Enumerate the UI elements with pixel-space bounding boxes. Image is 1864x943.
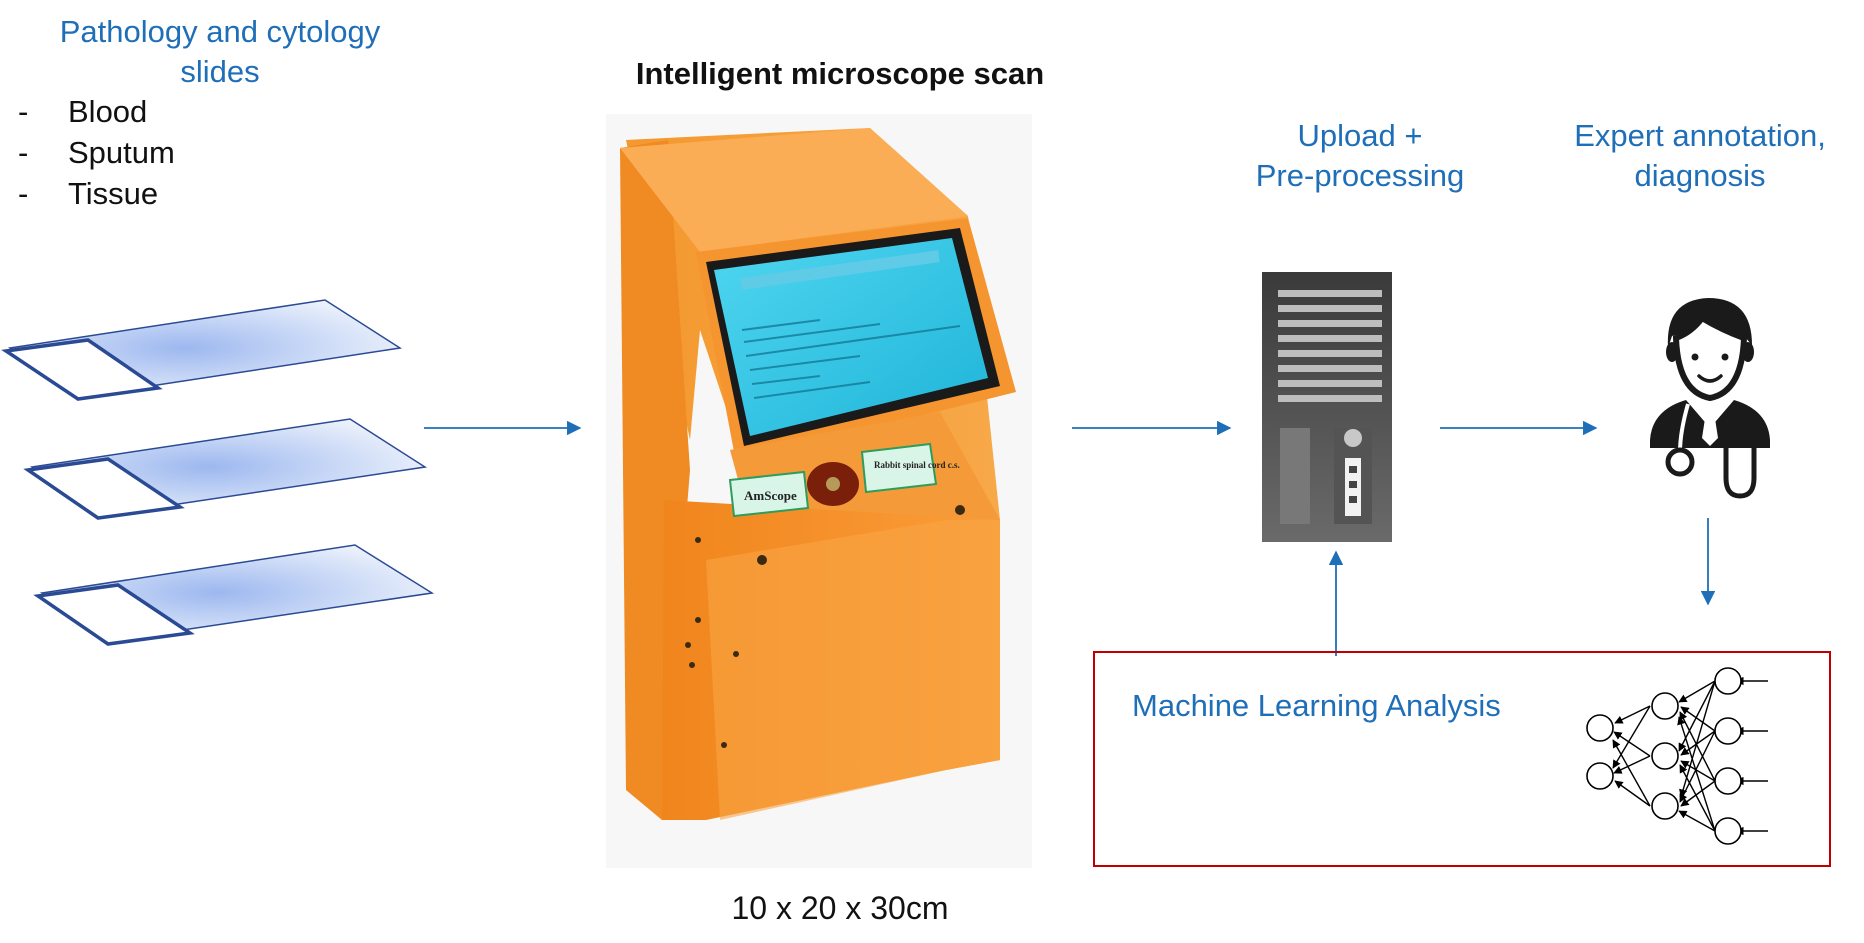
- diagram-canvas: AmScope Rabbit spinal cord c.s.: [1, 114, 1831, 868]
- computer-tower-icon: [1262, 272, 1392, 542]
- slide-3: [33, 544, 435, 646]
- neural-network-icon: [1586, 667, 1768, 845]
- slide-1: [1, 299, 403, 401]
- device-label-left: AmScope: [744, 488, 797, 503]
- microscope-device: AmScope Rabbit spinal cord c.s.: [606, 114, 1032, 868]
- ml-analysis-label: Machine Learning Analysis: [1132, 688, 1501, 723]
- doctor-icon: [1650, 298, 1770, 499]
- device-label-right: Rabbit spinal cord c.s.: [874, 460, 960, 470]
- slide-2: [23, 418, 428, 520]
